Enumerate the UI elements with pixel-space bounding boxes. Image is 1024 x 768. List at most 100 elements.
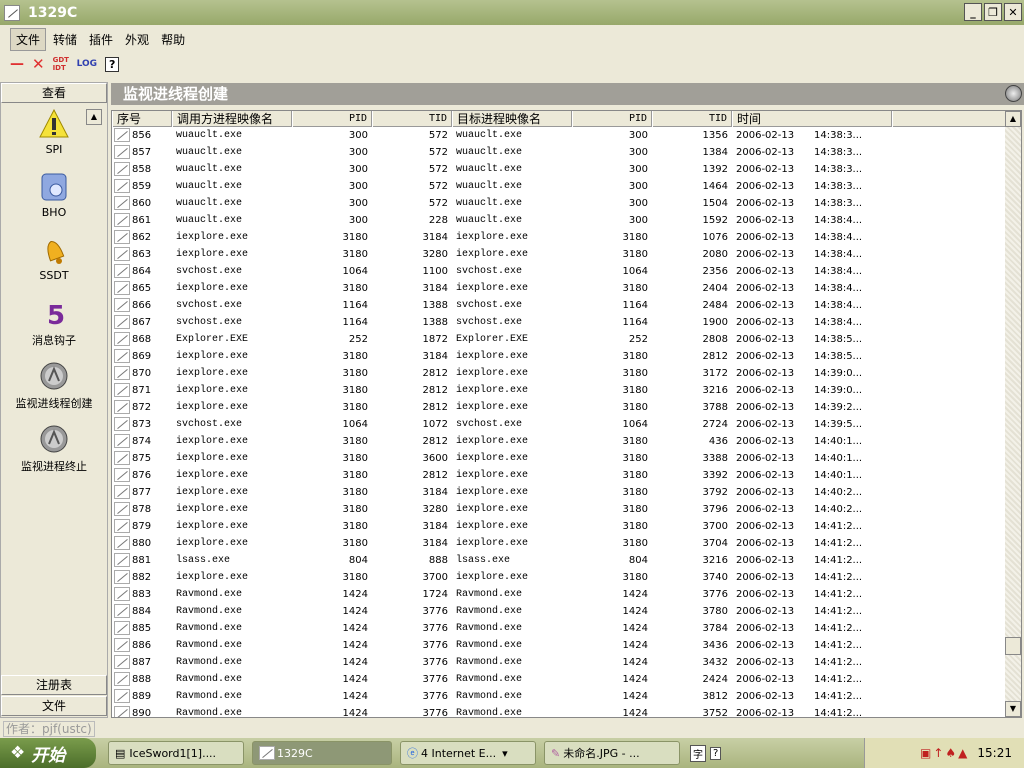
table-row[interactable]: 878 iexplore.exe 3180 3280 iexplore.exe 3180 3… — [112, 501, 892, 518]
delete-icon[interactable]: ✕ — [32, 55, 45, 73]
minimize-button[interactable]: _ — [964, 3, 982, 21]
start-button[interactable]: ❖ 开始 — [0, 738, 96, 768]
table-row[interactable]: 857 wuauclt.exe 300 572 wuauclt.exe 300 1384 20… — [112, 144, 892, 161]
table-cell: wuauclt.exe — [456, 147, 523, 158]
table-row[interactable]: 881 lsass.exe 804 888 lsass.exe 804 3216 2006-0… — [112, 552, 892, 569]
table-row[interactable]: 870 iexplore.exe 3180 2812 iexplore.exe 3180 3… — [112, 365, 892, 382]
tray-icons[interactable]: ▣↑♠▲ — [920, 746, 969, 760]
table-row[interactable]: 869 iexplore.exe 3180 3184 iexplore.exe 3180 2… — [112, 348, 892, 365]
table-cell: 3180 — [342, 368, 368, 379]
table-row[interactable]: 871 iexplore.exe 3180 2812 iexplore.exe 3180 3… — [112, 382, 892, 399]
table-cell: Ravmond.exe — [176, 674, 243, 685]
thread-icon — [114, 536, 130, 550]
table-cell: 2006-02-13 — [736, 198, 795, 209]
minus-icon[interactable]: — — [10, 56, 24, 72]
table-row[interactable]: 862 iexplore.exe 3180 3184 iexplore.exe 3180 1… — [112, 229, 892, 246]
table-row[interactable]: 882 iexplore.exe 3180 3700 iexplore.exe 3180 3… — [112, 569, 892, 586]
table-row[interactable]: 859 wuauclt.exe 300 572 wuauclt.exe 300 1464 20… — [112, 178, 892, 195]
column-header[interactable]: 序号 — [112, 111, 172, 127]
table-row[interactable]: 884 Ravmond.exe 1424 3776 Ravmond.exe 1424 378… — [112, 603, 892, 620]
sidebar-item-ssdt[interactable]: SSDT — [1, 235, 107, 282]
sidebar-item-spi[interactable]: SPI — [1, 109, 107, 156]
help-icon[interactable]: ? — [710, 746, 722, 760]
table-row[interactable]: 858 wuauclt.exe 300 572 wuauclt.exe 300 1392 20… — [112, 161, 892, 178]
table-row[interactable]: 872 iexplore.exe 3180 2812 iexplore.exe 3180 3… — [112, 399, 892, 416]
scroll-thumb[interactable] — [1005, 637, 1021, 655]
table-row[interactable]: 875 iexplore.exe 3180 3600 iexplore.exe 3180 3… — [112, 450, 892, 467]
table-row[interactable]: 879 iexplore.exe 3180 3184 iexplore.exe 3180 3… — [112, 518, 892, 535]
task-image-viewer[interactable]: ✎ 未命名.JPG - ... — [544, 741, 680, 765]
table-row[interactable]: 877 iexplore.exe 3180 3184 iexplore.exe 3180 3… — [112, 484, 892, 501]
scroll-up-button[interactable]: ▲ — [1005, 111, 1021, 127]
table-cell: 2006-02-13 — [736, 657, 795, 668]
sidebar-item-message-hook[interactable]: 5 消息钩子 — [1, 298, 107, 348]
panel-action-icon[interactable] — [1005, 85, 1022, 102]
sidebar-item-monitor-create[interactable]: 监视进线程创建 — [1, 361, 107, 411]
table-row[interactable]: 880 iexplore.exe 3180 3184 iexplore.exe 3180 3… — [112, 535, 892, 552]
menu-appearance[interactable]: 外观 — [120, 29, 154, 50]
thread-icon — [114, 519, 130, 533]
help-icon[interactable]: ? — [105, 56, 120, 72]
table-cell: 2812 — [702, 351, 728, 362]
log-button[interactable]: LOG — [77, 59, 97, 69]
table-row[interactable]: 860 wuauclt.exe 300 572 wuauclt.exe 300 1504 20… — [112, 195, 892, 212]
table-row[interactable]: 890 Ravmond.exe 1424 3776 Ravmond.exe 1424 375… — [112, 705, 892, 718]
vertical-scrollbar[interactable]: ▲ ▼ — [1005, 111, 1021, 717]
table-row[interactable]: 866 svchost.exe 1164 1388 svchost.exe 1164 248… — [112, 297, 892, 314]
task-icesword[interactable]: ▤ IceSword1[1].... — [108, 741, 244, 765]
table-row[interactable]: 887 Ravmond.exe 1424 3776 Ravmond.exe 1424 343… — [112, 654, 892, 671]
sidebar-item-monitor-terminate[interactable]: 监视进程终止 — [1, 424, 107, 474]
table-cell: 14:38:3... — [814, 130, 863, 141]
table-cell: 2080 — [702, 249, 728, 260]
sidebar-item-bho[interactable]: BHO — [1, 172, 107, 219]
table-row[interactable]: 873 svchost.exe 1064 1072 svchost.exe 1064 272… — [112, 416, 892, 433]
table-cell: 3280 — [422, 504, 448, 515]
table-row[interactable]: 865 iexplore.exe 3180 3184 iexplore.exe 3180 2… — [112, 280, 892, 297]
menu-file[interactable]: 文件 — [10, 27, 47, 51]
column-header[interactable]: TID — [372, 111, 452, 127]
task-1329c[interactable]: 1329C — [252, 741, 392, 765]
table-row[interactable]: 861 wuauclt.exe 300 228 wuauclt.exe 300 1592 20… — [112, 212, 892, 229]
table-cell: 300 — [628, 198, 648, 209]
table-row[interactable]: 856 wuauclt.exe 300 572 wuauclt.exe 300 1356 20… — [112, 127, 892, 144]
table-cell: 14:40:2... — [814, 504, 863, 515]
column-header[interactable]: 调用方进程映像名 — [172, 111, 292, 127]
column-header[interactable]: 时间 — [732, 111, 892, 127]
table-row[interactable]: 885 Ravmond.exe 1424 3776 Ravmond.exe 1424 378… — [112, 620, 892, 637]
table-cell: 2006-02-13 — [736, 572, 795, 583]
sidebar-registry[interactable]: 注册表 — [1, 675, 107, 695]
restore-button[interactable]: ❐ — [984, 3, 1002, 21]
table-row[interactable]: 863 iexplore.exe 3180 3280 iexplore.exe 3180 2… — [112, 246, 892, 263]
table-row[interactable]: 868 Explorer.EXE 252 1872 Explorer.EXE 252 280… — [112, 331, 892, 348]
sidebar-item-label: SPI — [45, 143, 63, 156]
table-cell: iexplore.exe — [176, 402, 249, 413]
quicklaunch-icon[interactable]: 字 — [690, 744, 706, 762]
column-header[interactable]: 目标进程映像名 — [452, 111, 572, 127]
table-cell: iexplore.exe — [456, 521, 529, 532]
table-cell: 14:39:2... — [814, 402, 863, 413]
gdt-idt-button[interactable]: GDT IDT — [53, 56, 69, 72]
table-cell: 1424 — [342, 708, 368, 718]
table-row[interactable]: 889 Ravmond.exe 1424 3776 Ravmond.exe 1424 381… — [112, 688, 892, 705]
column-header[interactable]: PID — [572, 111, 652, 127]
menu-help[interactable]: 帮助 — [156, 29, 190, 50]
task-internet-explorer[interactable]: ⓔ 4 Internet E... ▾ — [400, 741, 536, 765]
scroll-down-button[interactable]: ▼ — [1005, 701, 1021, 717]
menu-dump[interactable]: 转储 — [48, 29, 82, 50]
table-row[interactable]: 883 Ravmond.exe 1424 1724 Ravmond.exe 1424 377… — [112, 586, 892, 603]
table-row[interactable]: 888 Ravmond.exe 1424 3776 Ravmond.exe 1424 242… — [112, 671, 892, 688]
sidebar-file[interactable]: 文件 — [1, 696, 107, 716]
table-row[interactable]: 867 svchost.exe 1164 1388 svchost.exe 1164 190… — [112, 314, 892, 331]
close-button[interactable]: ✕ — [1004, 3, 1022, 21]
thread-list: 序号 调用方进程映像名 PID TID 目标进程映像名 PID TID 时间 856 wuauc… — [111, 110, 1022, 718]
table-row[interactable]: 876 iexplore.exe 3180 2812 iexplore.exe 3180 3… — [112, 467, 892, 484]
table-cell: 3180 — [342, 572, 368, 583]
menu-plugins[interactable]: 插件 — [84, 29, 118, 50]
table-row[interactable]: 886 Ravmond.exe 1424 3776 Ravmond.exe 1424 343… — [112, 637, 892, 654]
table-row[interactable]: 874 iexplore.exe 3180 2812 iexplore.exe 3180 4… — [112, 433, 892, 450]
column-header[interactable]: TID — [652, 111, 732, 127]
table-row[interactable]: 864 svchost.exe 1064 1100 svchost.exe 1064 235… — [112, 263, 892, 280]
table-cell: 3180 — [342, 283, 368, 294]
column-header[interactable]: PID — [292, 111, 372, 127]
sidebar-header-view[interactable]: 查看 — [1, 83, 107, 103]
